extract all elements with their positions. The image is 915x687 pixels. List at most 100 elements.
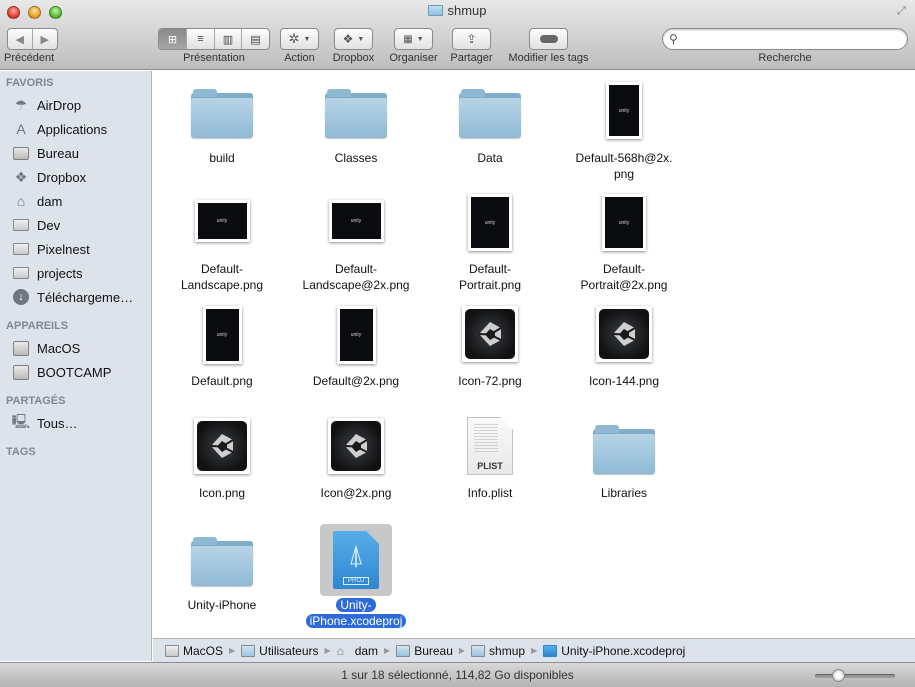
sidebar-item-label: Dropbox <box>37 169 87 185</box>
forward-button[interactable]: ▶ <box>33 29 57 49</box>
selection-highlight: ⍋ PROJ <box>320 524 392 596</box>
image-thumbnail: unity <box>194 200 250 242</box>
sidebar-item-label: dam <box>37 193 63 209</box>
unity-icon <box>596 306 652 362</box>
dropbox-button[interactable]: ❖ ▼ <box>334 28 373 50</box>
chevron-down-icon: ▼ <box>303 35 311 43</box>
search-field[interactable]: ⚲ <box>662 28 908 50</box>
sidebar-item-dropbox[interactable]: ❖ Dropbox <box>12 166 150 188</box>
file-item[interactable]: Classes <box>289 71 423 181</box>
sidebar-section-tags: TAGS <box>6 446 36 458</box>
view-coverflow-button[interactable]: ▤ <box>242 29 269 49</box>
users-folder-icon <box>241 644 256 657</box>
file-item[interactable]: Icon-144.png <box>557 295 691 395</box>
file-item[interactable]: PLIST Info.plist <box>423 407 557 507</box>
file-name: Libraries <box>600 486 648 500</box>
sidebar-item-bureau[interactable]: Bureau <box>12 142 150 164</box>
sidebar-item-dam[interactable]: ⌂ dam <box>12 190 150 212</box>
chevron-right-icon: ▶ <box>229 646 236 655</box>
file-item[interactable]: unity Default@2x.png <box>289 295 423 395</box>
slider-knob[interactable] <box>831 669 845 682</box>
image-thumbnail: unity <box>602 194 646 251</box>
chevron-right-icon: ▶ <box>324 646 331 655</box>
edit-tags-button[interactable] <box>529 28 568 50</box>
icon-size-slider[interactable] <box>815 669 895 682</box>
folder-icon <box>593 425 655 475</box>
column-view-icon: ▥ <box>222 33 234 46</box>
sidebar-item-dev[interactable]: Dev <box>12 214 150 236</box>
path-crumb-utilisateurs[interactable]: Utilisateurs <box>241 644 319 658</box>
folder-icon <box>191 89 253 139</box>
sidebar-item-label: Pixelnest <box>37 241 90 257</box>
image-thumbnail: unity <box>468 194 512 251</box>
sidebar-item-all-shared[interactable]: 🖳 Tous… <box>12 412 150 434</box>
arrange-icon: ▦ <box>403 33 413 45</box>
arrange-label: Organiser <box>389 52 438 64</box>
home-icon: ⌂ <box>336 643 344 658</box>
path-crumb-xcodeproj[interactable]: Unity-iPhone.xcodeproj <box>543 644 685 658</box>
desktop-icon <box>12 144 30 162</box>
status-text: 1 sur 18 sélectionné, 114,82 Go disponib… <box>341 668 574 682</box>
sidebar-item-applications[interactable]: A Applications <box>12 118 150 140</box>
file-name: Data <box>477 151 503 165</box>
sidebar-item-airdrop[interactable]: ☂ AirDrop <box>12 94 150 116</box>
file-item[interactable]: build <box>155 71 289 181</box>
path-bar: MacOS ▶ Utilisateurs ▶ ⌂ dam ▶ Bureau ▶ s… <box>153 638 915 662</box>
sidebar-item-projects[interactable]: projects <box>12 262 150 284</box>
file-item[interactable]: Libraries <box>557 407 691 507</box>
folder-icon <box>459 89 521 139</box>
plist-file-icon: PLIST <box>467 417 513 475</box>
file-item[interactable]: unity Default- Portrait@2x.png <box>557 183 691 293</box>
file-name: Icon.png <box>198 486 246 500</box>
path-crumb-shmup[interactable]: shmup <box>471 644 525 658</box>
view-list-button[interactable]: ≡ <box>187 29 215 49</box>
fullscreen-icon[interactable]: ⤢ <box>897 5 909 17</box>
arrange-button[interactable]: ▦ ▼ <box>394 28 433 50</box>
sidebar-item-label: Téléchargeme… <box>37 289 134 305</box>
file-item-selected[interactable]: ⍋ PROJ Unity-iPhone.xcodeproj <box>289 519 423 629</box>
file-item[interactable]: Data <box>423 71 557 181</box>
icon-view-icon: ⊞ <box>167 33 178 46</box>
file-item[interactable]: unity Default- Landscape@2x.png <box>289 183 423 293</box>
airdrop-icon: ☂ <box>14 96 28 113</box>
file-name: Info.plist <box>467 486 513 500</box>
sidebar-item-label: Bureau <box>37 145 79 161</box>
file-item[interactable]: unity Default- Landscape.png <box>155 183 289 293</box>
file-item[interactable]: Icon-72.png <box>423 295 557 395</box>
search-input[interactable] <box>685 31 900 47</box>
sidebar-item-pixelnest[interactable]: Pixelnest <box>12 238 150 260</box>
sidebar-item-macos[interactable]: MacOS <box>12 337 150 359</box>
file-name: Default- Portrait.png <box>458 262 522 292</box>
sidebar-item-label: BOOTCAMP <box>37 364 112 380</box>
path-crumb-macos[interactable]: MacOS <box>165 644 223 658</box>
file-item[interactable]: unity Default-568h@2x. png <box>557 71 691 181</box>
view-mode-control: ⊞ ≡ ▥ ▤ <box>158 28 270 50</box>
file-item[interactable]: Icon.png <box>155 407 289 507</box>
path-crumb-bureau[interactable]: Bureau <box>396 644 453 658</box>
xcodeproj-icon: ⍋ PROJ <box>333 531 379 589</box>
unity-icon <box>462 306 518 362</box>
sidebar-section-devices: APPAREILS <box>6 320 69 332</box>
sidebar-item-downloads[interactable]: ↓ Téléchargeme… <box>12 286 150 308</box>
view-columns-button[interactable]: ▥ <box>215 29 242 49</box>
edit-tags-label: Modifier les tags <box>508 52 589 64</box>
back-button[interactable]: ◀ <box>8 29 33 49</box>
image-thumbnail: unity <box>606 82 642 139</box>
path-crumb-dam[interactable]: ⌂ dam <box>337 644 378 658</box>
action-button[interactable]: ✲ ▼ <box>280 28 319 50</box>
dropbox-icon: ❖ <box>14 168 28 185</box>
file-name: Unity-iPhone <box>187 598 257 612</box>
sidebar-item-bootcamp[interactable]: BOOTCAMP <box>12 361 150 383</box>
file-item[interactable]: Icon@2x.png <box>289 407 423 507</box>
file-item[interactable]: unity Default- Portrait.png <box>423 183 557 293</box>
file-name: Icon-144.png <box>588 374 660 388</box>
file-item[interactable]: unity Default.png <box>155 295 289 395</box>
file-item[interactable]: Unity-iPhone <box>155 519 289 629</box>
toolbar: shmup ⤢ ◀ ▶ Précédent ⊞ ≡ ▥ ▤ Présentati… <box>0 0 915 70</box>
folder-icon <box>325 89 387 139</box>
file-name: Classes <box>334 151 378 165</box>
file-name: Unity-iPhone.xcodeproj <box>289 597 423 629</box>
home-icon: ⌂ <box>16 193 26 209</box>
share-button[interactable]: ⇪ <box>452 28 491 50</box>
view-icon-button[interactable]: ⊞ <box>159 29 187 49</box>
